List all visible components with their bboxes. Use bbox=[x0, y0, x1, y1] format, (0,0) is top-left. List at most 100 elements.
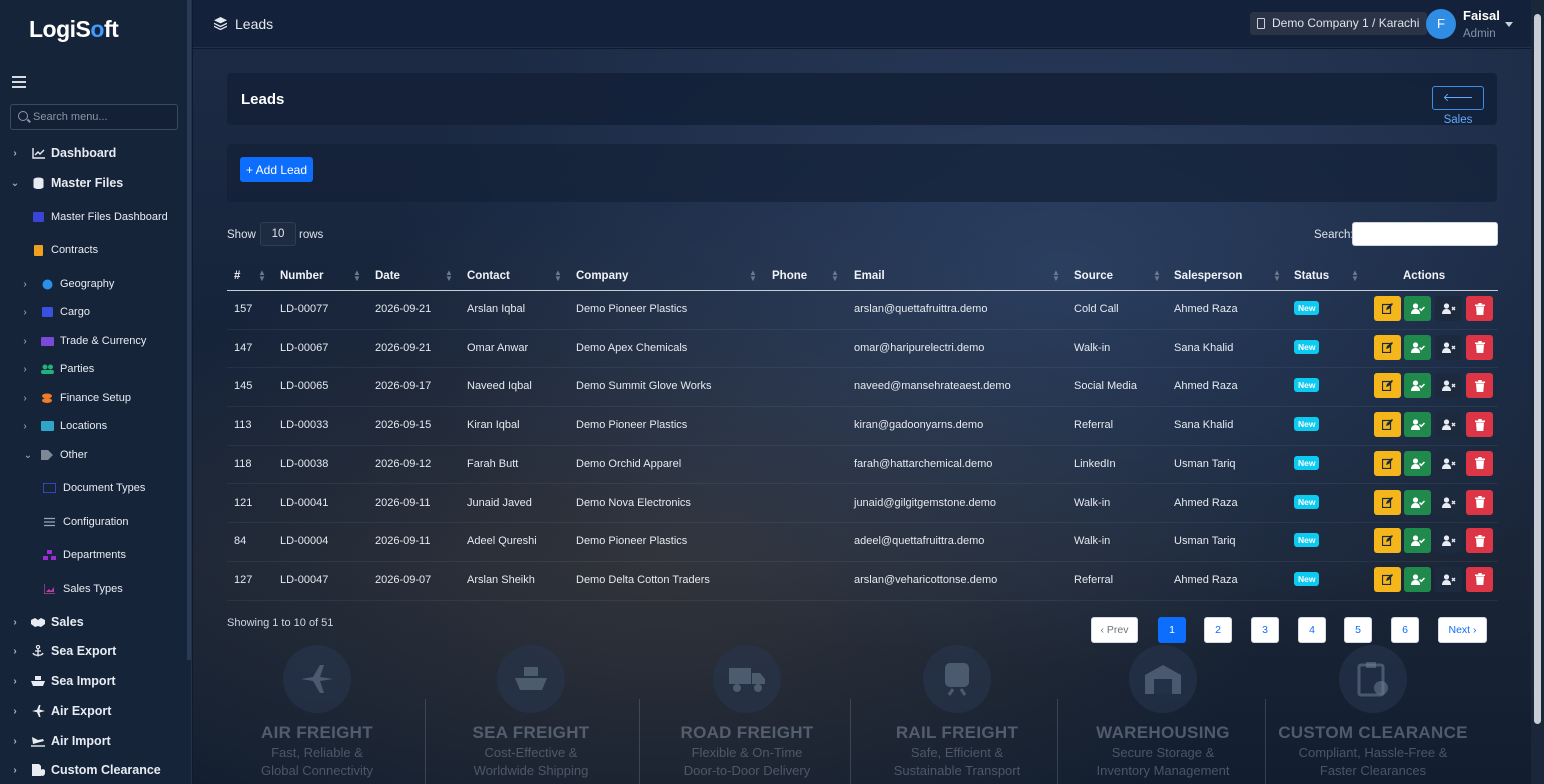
add-lead-button[interactable]: + Add Lead bbox=[240, 157, 313, 182]
sidebar-item-air-import[interactable]: › Air Import bbox=[0, 729, 188, 753]
sidebar-item-contracts[interactable]: Contracts bbox=[0, 238, 188, 262]
cell-email[interactable]: farah@hattarchemical.demo bbox=[854, 458, 992, 470]
page-button-5[interactable]: 5 bbox=[1344, 617, 1372, 643]
caret-down-icon[interactable] bbox=[1505, 22, 1513, 27]
edit-button[interactable] bbox=[1374, 489, 1401, 515]
cell-email[interactable]: arslan@veharicottonse.demo bbox=[854, 574, 997, 586]
edit-button[interactable] bbox=[1374, 528, 1401, 554]
sidebar-item-configuration[interactable]: Configuration bbox=[0, 510, 188, 534]
sidebar-item-cargo[interactable]: › Cargo bbox=[0, 300, 188, 324]
table-row[interactable]: 118 LD-00038 2026-09-12 Farah Butt Demo Orch… bbox=[227, 446, 1498, 485]
page-button-1[interactable]: 1 bbox=[1158, 617, 1186, 643]
cell-email[interactable]: kiran@gadoonyarns.demo bbox=[854, 419, 983, 431]
sidebar-item-finance-setup[interactable]: › Finance Setup bbox=[0, 386, 188, 410]
col-status-header[interactable]: Status bbox=[1294, 270, 1329, 282]
col-email-header[interactable]: Email bbox=[854, 270, 885, 282]
page-button-3[interactable]: 3 bbox=[1251, 617, 1279, 643]
sort-icon[interactable]: ▲ ▼ bbox=[554, 269, 562, 283]
edit-button[interactable] bbox=[1374, 334, 1401, 360]
cell-email[interactable]: arslan@quettafruittra.demo bbox=[854, 303, 987, 315]
table-row[interactable]: 121 LD-00041 2026-09-11 Junaid Javed Demo No… bbox=[227, 485, 1498, 524]
edit-button[interactable] bbox=[1374, 296, 1401, 321]
col-number-header[interactable]: Number bbox=[280, 270, 323, 282]
cell-email[interactable]: junaid@gilgitgemstone.demo bbox=[854, 497, 996, 509]
mark-lost-button[interactable] bbox=[1435, 296, 1462, 321]
convert-lead-button[interactable] bbox=[1404, 528, 1431, 554]
col-salesperson-header[interactable]: Salesperson bbox=[1174, 270, 1242, 282]
mark-lost-button[interactable] bbox=[1435, 450, 1462, 476]
col-company-header[interactable]: Company bbox=[576, 270, 628, 282]
sidebar-item-parties[interactable]: › Parties bbox=[0, 357, 188, 381]
cell-email[interactable]: naveed@mansehrateaest.demo bbox=[854, 380, 1011, 392]
col-phone-header[interactable]: Phone bbox=[772, 270, 807, 282]
page-button-6[interactable]: 6 bbox=[1391, 617, 1419, 643]
avatar[interactable]: F bbox=[1426, 9, 1456, 39]
table-row[interactable]: 127 LD-00047 2026-09-07 Arslan Sheikh Demo D… bbox=[227, 562, 1498, 601]
table-row[interactable]: 113 LD-00033 2026-09-15 Kiran Iqbal Demo Pio… bbox=[227, 407, 1498, 446]
col-date-header[interactable]: Date bbox=[375, 270, 400, 282]
sidebar-item-sales[interactable]: › Sales bbox=[0, 610, 188, 634]
convert-lead-button[interactable] bbox=[1404, 296, 1431, 321]
sidebar-item-locations[interactable]: › Locations bbox=[0, 414, 188, 438]
sidebar-item-departments[interactable]: Departments bbox=[0, 543, 188, 567]
sidebar-item-sea-import[interactable]: › Sea Import bbox=[0, 669, 188, 693]
delete-button[interactable] bbox=[1466, 566, 1493, 592]
sort-icon[interactable]: ▲ ▼ bbox=[1153, 269, 1161, 283]
company-selector[interactable]: Demo Company 1 / Karachi bbox=[1250, 12, 1428, 35]
user-name[interactable]: Faisal bbox=[1463, 8, 1500, 23]
prev-page-button[interactable]: ‹ Prev bbox=[1091, 617, 1138, 643]
delete-button[interactable] bbox=[1466, 412, 1493, 438]
sidebar-item-trade-currency[interactable]: › Trade & Currency bbox=[0, 329, 188, 353]
delete-button[interactable] bbox=[1466, 450, 1493, 476]
delete-button[interactable] bbox=[1466, 489, 1493, 515]
sidebar-search-input[interactable] bbox=[33, 105, 173, 129]
page-scrollbar-thumb[interactable] bbox=[1534, 14, 1541, 724]
edit-button[interactable] bbox=[1374, 450, 1401, 476]
convert-lead-button[interactable] bbox=[1404, 489, 1431, 515]
next-page-button[interactable]: Next › bbox=[1438, 617, 1487, 643]
edit-button[interactable] bbox=[1374, 412, 1401, 438]
rows-per-page-input[interactable] bbox=[260, 222, 296, 246]
cell-email[interactable]: adeel@quettafruittra.demo bbox=[854, 535, 984, 547]
sidebar-item-master-files-dashboard[interactable]: Master Files Dashboard bbox=[0, 205, 188, 229]
col-contact-header[interactable]: Contact bbox=[467, 270, 510, 282]
sidebar-scrollbar[interactable] bbox=[187, 0, 191, 660]
mark-lost-button[interactable] bbox=[1435, 334, 1462, 360]
logo[interactable]: LogiSoft bbox=[29, 16, 119, 43]
delete-button[interactable] bbox=[1466, 334, 1493, 360]
convert-lead-button[interactable] bbox=[1404, 373, 1431, 399]
menu-toggle-icon[interactable] bbox=[12, 76, 26, 88]
sidebar-item-sales-types[interactable]: Sales Types bbox=[0, 577, 188, 601]
edit-button[interactable] bbox=[1374, 566, 1401, 592]
sort-icon[interactable]: ▲ ▼ bbox=[1351, 269, 1359, 283]
sidebar-item-geography[interactable]: › Geography bbox=[0, 272, 188, 296]
col-id-header[interactable]: # bbox=[234, 270, 240, 282]
table-row[interactable]: 157 LD-00077 2026-09-21 Arslan Iqbal Demo Pi… bbox=[227, 291, 1498, 330]
sort-icon[interactable]: ▲ ▼ bbox=[1052, 269, 1060, 283]
back-to-sales-button[interactable]: 🡐 Sales bbox=[1432, 86, 1484, 126]
sidebar-item-custom-clearance[interactable]: › Custom Clearance bbox=[0, 758, 188, 782]
convert-lead-button[interactable] bbox=[1404, 334, 1431, 360]
mark-lost-button[interactable] bbox=[1435, 412, 1462, 438]
sort-icon[interactable]: ▲ ▼ bbox=[1273, 269, 1281, 283]
delete-button[interactable] bbox=[1466, 528, 1493, 554]
sort-icon[interactable]: ▲ ▼ bbox=[445, 269, 453, 283]
table-search-input[interactable] bbox=[1352, 222, 1498, 246]
sort-icon[interactable]: ▲ ▼ bbox=[831, 269, 839, 283]
col-source-header[interactable]: Source bbox=[1074, 270, 1113, 282]
cell-email[interactable]: omar@haripurelectri.demo bbox=[854, 342, 984, 354]
sort-icon[interactable]: ▲ ▼ bbox=[749, 269, 757, 283]
sidebar-item-document-types[interactable]: Document Types bbox=[0, 476, 188, 500]
page-button-2[interactable]: 2 bbox=[1204, 617, 1232, 643]
mark-lost-button[interactable] bbox=[1435, 489, 1462, 515]
sidebar-item-dashboard[interactable]: › Dashboard bbox=[0, 141, 188, 165]
page-scrollbar[interactable] bbox=[1531, 0, 1544, 784]
edit-button[interactable] bbox=[1374, 373, 1401, 399]
sort-icon[interactable]: ▲ ▼ bbox=[258, 269, 266, 283]
sort-icon[interactable]: ▲ ▼ bbox=[353, 269, 361, 283]
mark-lost-button[interactable] bbox=[1435, 528, 1462, 554]
sidebar-search[interactable] bbox=[10, 104, 178, 130]
sidebar-item-master-files[interactable]: ⌄ Master Files bbox=[0, 171, 188, 195]
sidebar-item-air-export[interactable]: › Air Export bbox=[0, 699, 188, 723]
sidebar-item-sea-export[interactable]: › Sea Export bbox=[0, 639, 188, 663]
